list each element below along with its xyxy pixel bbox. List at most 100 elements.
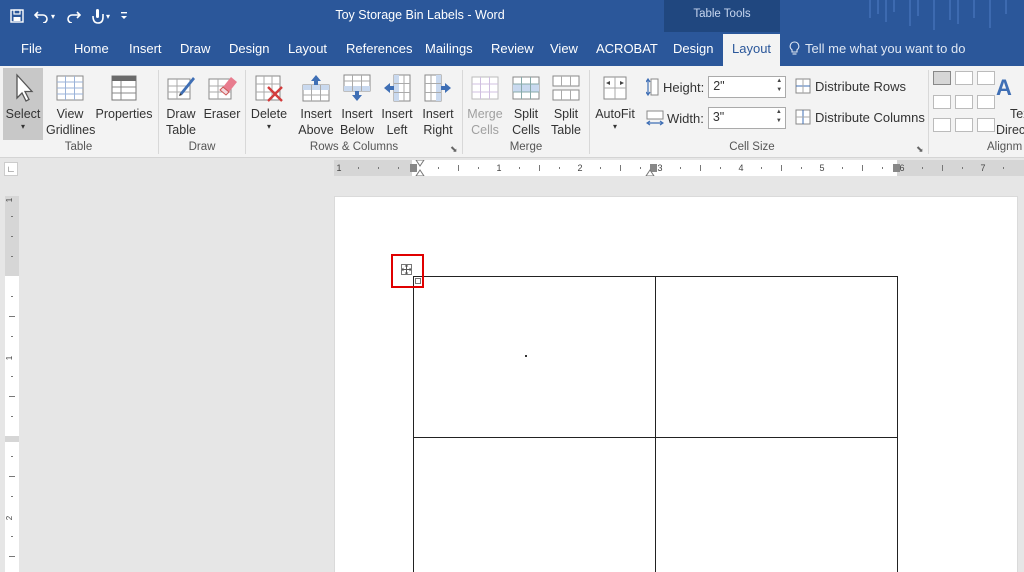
draw-group-label: Draw bbox=[188, 141, 216, 153]
tab-home[interactable]: Home bbox=[74, 41, 109, 56]
autofit-button[interactable]: AutoFit ▾ bbox=[593, 68, 637, 140]
align-bottom-center-button[interactable] bbox=[955, 118, 973, 132]
distribute-columns-button[interactable]: Distribute Columns bbox=[795, 109, 925, 125]
title-decoration bbox=[869, 0, 1007, 30]
view-gridlines-line1: View bbox=[56, 107, 84, 121]
ruler-number: 1 bbox=[336, 163, 341, 173]
table-cell[interactable] bbox=[413, 276, 656, 438]
align-center-right-button[interactable] bbox=[977, 95, 995, 109]
title-bar: ▾ ▾ Toy Storage Bin Labels - Word bbox=[0, 0, 1024, 32]
tab-file[interactable]: File bbox=[21, 41, 42, 56]
distribute-columns-icon bbox=[795, 109, 811, 125]
row-height-icon bbox=[646, 77, 659, 97]
split-cells-button[interactable]: Split Cells bbox=[507, 68, 545, 140]
cell-size-group-label: Cell Size bbox=[729, 141, 775, 153]
eraser-button[interactable]: Eraser bbox=[202, 68, 242, 140]
tab-table-layout[interactable]: Layout bbox=[723, 34, 781, 66]
ruler-number: 5 bbox=[819, 163, 824, 173]
distribute-rows-icon bbox=[795, 78, 811, 94]
tab-acrobat[interactable]: ACROBAT bbox=[596, 41, 658, 56]
text-direction-line1: Tex bbox=[1010, 107, 1024, 121]
chevron-down-icon: ▾ bbox=[266, 122, 271, 131]
tab-layout[interactable]: Layout bbox=[288, 41, 327, 56]
spin-arrows-icon[interactable]: ▲ ▼ bbox=[776, 108, 782, 126]
insert-right-line1: Insert bbox=[422, 107, 454, 121]
insert-below-icon bbox=[343, 74, 371, 101]
insert-below-line1: Insert bbox=[341, 107, 373, 121]
autofit-label: AutoFit bbox=[595, 107, 635, 121]
tab-table-design[interactable]: Design bbox=[673, 41, 713, 56]
table-tools-label: Table Tools bbox=[693, 8, 751, 20]
tell-me-box[interactable]: Tell me what you want to do bbox=[789, 41, 965, 56]
spin-arrows-icon[interactable]: ▲ ▼ bbox=[776, 77, 782, 95]
chevron-down-icon: ▾ bbox=[612, 122, 617, 131]
tab-mailings[interactable]: Mailings bbox=[425, 41, 473, 56]
tab-selector[interactable]: ∟ bbox=[4, 162, 18, 176]
table-cell[interactable] bbox=[413, 437, 656, 572]
split-table-button[interactable]: Split Table bbox=[547, 68, 585, 140]
distribute-rows-button[interactable]: Distribute Rows bbox=[795, 78, 906, 94]
ruler-number: 2 bbox=[5, 515, 14, 520]
align-center-button[interactable] bbox=[955, 95, 973, 109]
insert-above-line2: Above bbox=[298, 123, 334, 137]
tab-review[interactable]: Review bbox=[491, 41, 534, 56]
ruler-number: 3 bbox=[657, 163, 662, 173]
merge-cells-button[interactable]: Merge Cells bbox=[465, 68, 505, 140]
insert-left-button[interactable]: Insert Left bbox=[379, 68, 415, 140]
lightbulb-icon bbox=[789, 41, 800, 55]
gridlines-icon bbox=[56, 75, 84, 101]
ruler-row-marker[interactable] bbox=[5, 436, 19, 442]
align-top-center-button[interactable] bbox=[955, 71, 973, 85]
align-bottom-left-button[interactable] bbox=[933, 118, 951, 132]
align-center-left-button[interactable] bbox=[933, 95, 951, 109]
text-direction-line2: Direc bbox=[996, 123, 1024, 137]
tab-draw[interactable]: Draw bbox=[180, 41, 210, 56]
hanging-indent-marker[interactable] bbox=[415, 169, 425, 176]
align-top-left-button[interactable] bbox=[933, 71, 951, 85]
height-spinbox[interactable]: 2" ▲ ▼ bbox=[708, 76, 787, 98]
insert-below-button[interactable]: Insert Below bbox=[338, 68, 376, 140]
delete-table-icon bbox=[255, 75, 283, 102]
tab-design[interactable]: Design bbox=[229, 41, 269, 56]
first-line-indent-marker[interactable] bbox=[415, 160, 425, 167]
ruler-number: 2 bbox=[577, 163, 582, 173]
width-value: 3" bbox=[712, 110, 725, 124]
tab-references[interactable]: References bbox=[346, 41, 412, 56]
insert-right-icon bbox=[424, 74, 451, 102]
insert-right-button[interactable]: Insert Right bbox=[419, 68, 457, 140]
column-marker-right[interactable] bbox=[893, 164, 900, 172]
insert-left-line1: Insert bbox=[381, 107, 413, 121]
label-table[interactable] bbox=[413, 276, 898, 572]
delete-button[interactable]: Delete ▾ bbox=[249, 68, 289, 140]
align-bottom-right-button[interactable] bbox=[977, 118, 995, 132]
tell-me-text: Tell me what you want to do bbox=[805, 41, 966, 56]
chevron-down-icon: ▾ bbox=[20, 122, 25, 131]
text-direction-icon: A bbox=[996, 75, 1012, 100]
width-spinbox[interactable]: 3" ▲ ▼ bbox=[707, 107, 786, 129]
split-table-line2: Table bbox=[551, 123, 581, 137]
table-cell[interactable] bbox=[655, 276, 898, 438]
select-button[interactable]: Select ▾ bbox=[3, 68, 43, 140]
dialog-launcher-icon[interactable]: ⬊ bbox=[916, 144, 924, 155]
draw-table-button[interactable]: Draw Table bbox=[162, 68, 200, 140]
ruler-left-margin bbox=[334, 160, 412, 176]
eraser-icon bbox=[208, 77, 237, 100]
properties-button[interactable]: Properties bbox=[95, 68, 153, 140]
tab-view[interactable]: View bbox=[550, 41, 578, 56]
view-gridlines-button[interactable]: View Gridlines bbox=[46, 68, 95, 140]
horizontal-ruler[interactable]: 1 1 2 3 4 5 6 7 bbox=[334, 160, 1024, 176]
highlight-box bbox=[391, 254, 424, 288]
ruler-number: 1 bbox=[5, 355, 14, 360]
column-marker-left[interactable] bbox=[410, 164, 417, 172]
align-top-right-button[interactable] bbox=[977, 71, 995, 85]
dialog-launcher-icon[interactable]: ⬊ bbox=[450, 144, 458, 155]
insert-left-line2: Left bbox=[386, 123, 408, 137]
insert-above-button[interactable]: Insert Above bbox=[297, 68, 335, 140]
vertical-ruler[interactable]: 1 1 2 bbox=[5, 196, 19, 572]
autofit-icon bbox=[603, 76, 627, 100]
split-table-icon bbox=[552, 75, 580, 101]
text-direction-button[interactable]: A Tex Direc bbox=[996, 68, 1024, 140]
tab-insert[interactable]: Insert bbox=[129, 41, 162, 56]
ribbon-panel: Select ▾ View Gridlines Properties Table… bbox=[0, 66, 1024, 158]
table-cell[interactable] bbox=[655, 437, 898, 572]
